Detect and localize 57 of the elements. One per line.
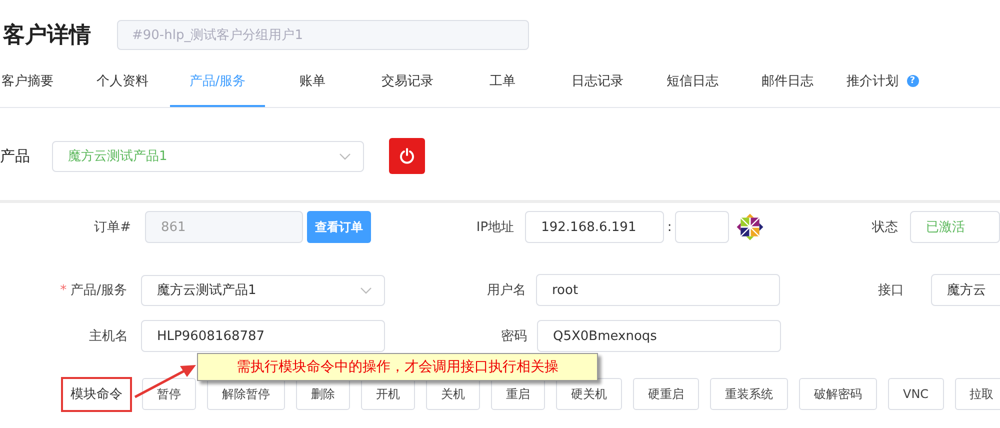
chevron-icon (339, 152, 351, 160)
port-field[interactable] (675, 211, 729, 243)
field-label: 状态 (870, 219, 898, 236)
tab[interactable]: 日志记录 (550, 70, 645, 107)
tab-label: 短信日志 (666, 73, 718, 90)
power-button[interactable] (389, 138, 425, 174)
hostname-field[interactable]: HLP9608168787 (141, 320, 385, 352)
tab[interactable]: 账单 (265, 70, 360, 107)
command-button[interactable]: 重装系统 (710, 378, 788, 410)
service-select[interactable]: 魔方云测试产品1 (141, 274, 385, 306)
tab[interactable]: 短信日志 (645, 70, 740, 107)
module-command-label: 模块命令 (61, 376, 132, 412)
page-title: 客户详情 (3, 22, 92, 50)
tab[interactable]: 交易记录 (360, 70, 455, 107)
tab-label: 日志记录 (572, 73, 624, 90)
field-label: 密码 (500, 328, 527, 345)
command-button[interactable]: 硬重启 (633, 378, 699, 410)
field-label: 用户名 (486, 282, 526, 299)
tab-label: 邮件日志 (762, 73, 814, 90)
tab-label: 工单 (490, 73, 516, 90)
product-label: 产品 (0, 146, 31, 166)
tab-label: 产品/服务 (189, 73, 246, 90)
command-button[interactable]: VNC (888, 378, 944, 410)
command-button[interactable]: 拉取 (954, 378, 1000, 410)
command-button[interactable]: 暂停 (142, 378, 196, 410)
tab-label: 账单 (300, 73, 326, 90)
tab[interactable]: 个人资料 (75, 70, 170, 107)
power-icon (399, 148, 415, 164)
password-field[interactable]: Q5X0Bmexnoqs (537, 320, 781, 352)
tab-label: 交易记录 (382, 73, 434, 90)
field-label: * 产品/服务 (59, 282, 127, 299)
command-button[interactable]: 解除暂停 (207, 378, 285, 410)
field-label: 主机名 (88, 328, 128, 345)
command-button[interactable]: 关机 (426, 378, 480, 410)
tab-label: 个人资料 (96, 73, 148, 90)
search-field[interactable]: #90-hlp_测试客户分组用户1 (117, 20, 529, 50)
field-label: IP地址 (475, 219, 514, 236)
chevron-icon (360, 286, 372, 294)
tab-label: 客户摘要 (2, 73, 54, 90)
tab[interactable]: 工单 (455, 70, 550, 107)
tab[interactable]: 邮件日志 (740, 70, 835, 107)
field-label: 订单# (93, 219, 131, 236)
tab[interactable]: 推介计划 ? (835, 70, 930, 107)
command-button[interactable]: 删除 (296, 378, 350, 410)
command-button[interactable]: 开机 (361, 378, 415, 410)
command-button[interactable]: 重启 (491, 378, 545, 410)
annotation-tooltip: 需执行模块命令中的操作，才会调用接口执行相关操 (197, 353, 598, 381)
interface-field[interactable]: 魔方云 (931, 274, 1000, 306)
field-label: 接口 (877, 282, 904, 299)
command-button[interactable]: 硬关机 (556, 378, 622, 410)
ip-field[interactable]: 192.168.6.191 (525, 211, 664, 243)
tab-label: 推介计划 (846, 73, 898, 90)
tab[interactable]: 客户摘要 (0, 70, 75, 107)
command-button[interactable]: 破解密码 (799, 378, 877, 410)
username-field[interactable]: root (536, 274, 780, 306)
status-field: 已激活 (910, 211, 1000, 243)
separator: : (666, 220, 673, 234)
